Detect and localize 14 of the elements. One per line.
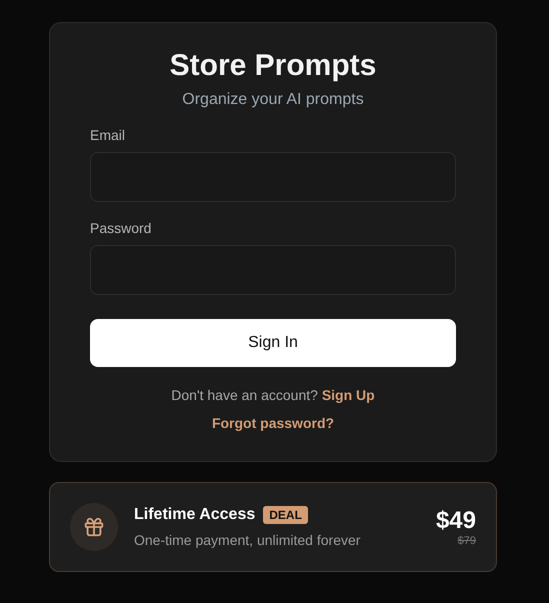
offer-title: Lifetime Access bbox=[134, 506, 256, 524]
offer-description: One-time payment, unlimited forever bbox=[134, 532, 362, 548]
app-title: Store Prompts bbox=[170, 49, 376, 83]
gift-icon bbox=[70, 503, 118, 551]
field-label: Password bbox=[90, 220, 152, 236]
price: $49 bbox=[436, 507, 476, 535]
old-price: $79 bbox=[458, 535, 476, 547]
signup-prompt: Don't have an account? Sign Up bbox=[171, 387, 375, 403]
deal-badge: DEAL bbox=[263, 506, 308, 524]
forgot-password-link[interactable]: Forgot password? bbox=[212, 415, 334, 431]
field-label: Email bbox=[90, 127, 126, 143]
app-subtitle: Organize your AI prompts bbox=[182, 91, 364, 109]
sign-in-button[interactable]: Sign In bbox=[90, 319, 456, 367]
sign-up-link[interactable]: Sign Up bbox=[322, 387, 375, 403]
